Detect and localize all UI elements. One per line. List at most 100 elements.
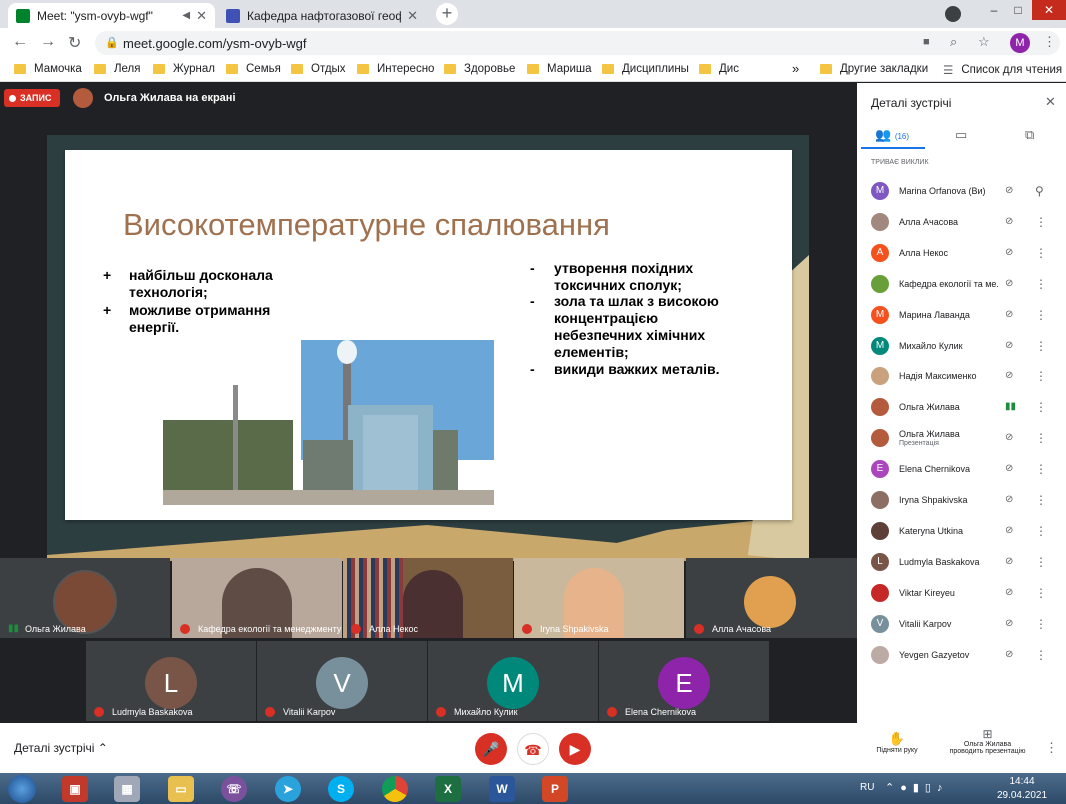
reading-list[interactable]: ☰ Список для чтения [943, 63, 1062, 77]
back-icon[interactable]: ← [12, 33, 28, 51]
participant-row[interactable]: Iryna Shpakivska ⊘ ⋮ [857, 487, 1066, 515]
bookmark-item[interactable]: Отдых [291, 63, 346, 75]
bookmark-item[interactable]: Мамочка [14, 63, 82, 75]
skype-icon[interactable]: S [328, 776, 354, 802]
other-bookmarks[interactable]: Другие закладки [820, 63, 928, 75]
participant-row[interactable]: E Elena Chernikova ⊘ ⋮ [857, 456, 1066, 484]
participant-row[interactable]: Ольга Жилава ▮▮ ⋮ [857, 394, 1066, 422]
more-icon[interactable]: ⋮ [1035, 648, 1047, 662]
tab-geophysics[interactable]: Кафедра нафтогазової геофізи ✕ [218, 3, 426, 28]
tab-chat[interactable]: ▭ [955, 127, 967, 143]
excel-icon[interactable]: X [435, 776, 461, 802]
viber-icon[interactable]: ☏ [221, 776, 247, 802]
telegram-icon[interactable]: ➤ [275, 776, 301, 802]
camera-toggle-button[interactable]: ▶ [559, 733, 591, 765]
new-tab-button[interactable]: + [436, 3, 458, 25]
word-icon[interactable]: W [489, 776, 515, 802]
leave-call-button[interactable]: ☎ [517, 733, 549, 765]
bookmark-star-icon[interactable]: ☆ [978, 34, 990, 50]
reload-icon[interactable]: ↻ [68, 33, 81, 53]
participant-row[interactable]: Viktar Kireyeu ⊘ ⋮ [857, 580, 1066, 608]
file-explorer-icon[interactable]: ▭ [168, 776, 194, 802]
forward-icon[interactable]: → [40, 33, 56, 51]
participant-row[interactable]: L Ludmyla Baskakova ⊘ ⋮ [857, 549, 1066, 577]
more-icon[interactable]: ⋮ [1035, 431, 1047, 445]
bookmark-item[interactable]: Журнал [153, 63, 215, 75]
participant-row[interactable]: А Алла Некос ⊘ ⋮ [857, 240, 1066, 268]
video-tile[interactable]: L Ludmyla Baskakova [86, 641, 256, 721]
mic-off-icon [94, 707, 104, 717]
bookmark-item[interactable]: Дисциплины [602, 63, 689, 75]
close-tab-icon[interactable]: ✕ [196, 8, 207, 24]
bookmark-item[interactable]: Мариша [527, 63, 592, 75]
bookmark-item[interactable]: Леля [94, 63, 141, 75]
video-tile[interactable]: ▮▮ Ольга Жилава [0, 558, 170, 638]
more-icon[interactable]: ⋮ [1035, 400, 1047, 414]
video-tile[interactable]: Алла Ачасова [686, 558, 857, 638]
video-tile[interactable]: E Elena Chernikova [599, 641, 769, 721]
more-icon[interactable]: ⋮ [1035, 339, 1047, 353]
chrome-icon[interactable] [382, 776, 408, 802]
participant-row[interactable]: Надія Максименко ⊘ ⋮ [857, 363, 1066, 391]
participant-row[interactable]: М Михайло Кулик ⊘ ⋮ [857, 333, 1066, 361]
language-indicator[interactable]: RU [860, 782, 874, 793]
close-panel-icon[interactable]: ✕ [1045, 94, 1056, 110]
more-icon[interactable]: ⋮ [1035, 369, 1047, 383]
participant-row[interactable]: M Marina Orfanova (Ви) ⊘ ⚲ [857, 178, 1066, 206]
pin-icon[interactable]: ⚲ [1035, 184, 1044, 198]
bookmark-item[interactable]: Здоровье [444, 63, 515, 75]
participant-name: Iryna Shpakivska [540, 624, 609, 634]
camera-blocked-icon[interactable]: ■ [923, 36, 930, 48]
more-icon[interactable]: ⋮ [1035, 493, 1047, 507]
profile-avatar[interactable]: M [1010, 33, 1030, 53]
bookmarks-overflow[interactable]: » [792, 61, 799, 76]
people-tab-underline [861, 147, 925, 149]
tab-meet[interactable]: Meet: "ysm-ovyb-wgf" ◀ ✕ [8, 3, 215, 28]
video-tile[interactable]: Алла Некос [343, 558, 513, 638]
meeting-details-button[interactable]: Деталі зустрічі ⌃ [14, 741, 108, 755]
video-tile[interactable]: Кафедра екології та менеджменту ... [172, 558, 342, 638]
more-icon[interactable]: ⋮ [1035, 617, 1047, 631]
participant-row[interactable]: Yevgen Gazyetov ⊘ ⋮ [857, 642, 1066, 670]
tab-activities[interactable]: ⧉ [1025, 127, 1034, 143]
bookmark-item[interactable]: Интересно [357, 63, 434, 75]
slide-title: Високотемпературне спалювання [123, 207, 610, 242]
video-tile[interactable]: M Михайло Кулик [428, 641, 598, 721]
participant-name: Кафедра екології та менеджменту ... [198, 624, 342, 634]
address-bar[interactable]: 🔒 meet.google.com/ysm-ovyb-wgf ■ ⌕ ☆ [95, 31, 1060, 55]
tab-search-icon[interactable] [945, 6, 961, 22]
more-icon[interactable]: ⋮ [1035, 215, 1047, 229]
menu-icon[interactable]: ⋮ [1043, 34, 1056, 50]
more-icon[interactable]: ⋮ [1035, 308, 1047, 322]
close-tab-icon[interactable]: ✕ [407, 8, 418, 24]
tab-people[interactable]: 👥 (16) [875, 127, 909, 143]
more-icon[interactable]: ⋮ [1035, 555, 1047, 569]
close-window-button[interactable]: ✕ [1032, 0, 1066, 20]
minimize-button[interactable]: – [982, 0, 1006, 20]
media-center-icon[interactable]: ▣ [62, 776, 88, 802]
more-icon[interactable]: ⋮ [1035, 586, 1047, 600]
start-button[interactable] [8, 775, 36, 803]
raise-hand-button[interactable]: ✋ Підняти руку [862, 731, 932, 754]
participant-row[interactable]: Kateryna Utkina ⊘ ⋮ [857, 518, 1066, 546]
video-tile[interactable]: V Vitalii Karpov [257, 641, 427, 721]
participant-row[interactable]: Кафедра екології та ме... ⊘ ⋮ [857, 271, 1066, 299]
powerpoint-icon[interactable]: P [542, 776, 568, 802]
more-icon[interactable]: ⋮ [1035, 277, 1047, 291]
participant-row[interactable]: V Vitalii Karpov ⊘ ⋮ [857, 611, 1066, 639]
more-icon[interactable]: ⋮ [1035, 462, 1047, 476]
bookmark-item[interactable]: Дис [699, 63, 739, 75]
participant-row[interactable]: Ольга Жилава Презентація ⊘ ⋮ [857, 425, 1066, 453]
maximize-button[interactable]: □ [1006, 0, 1030, 20]
calculator-icon[interactable]: ▦ [114, 776, 140, 802]
video-tile[interactable]: Iryna Shpakivska [514, 558, 684, 638]
presentation-button[interactable]: ⊞ Ольга Жилава проводить презентацію [945, 727, 1030, 755]
bookmark-item[interactable]: Семья [226, 63, 281, 75]
participant-row[interactable]: М Марина Лаванда ⊘ ⋮ [857, 302, 1066, 330]
zoom-icon[interactable]: ⌕ [950, 34, 957, 50]
more-options-icon[interactable]: ⋮ [1045, 740, 1058, 756]
more-icon[interactable]: ⋮ [1035, 246, 1047, 260]
more-icon[interactable]: ⋮ [1035, 524, 1047, 538]
mic-toggle-button[interactable]: 🎤 [475, 733, 507, 765]
participant-row[interactable]: Алла Ачасова ⊘ ⋮ [857, 209, 1066, 237]
